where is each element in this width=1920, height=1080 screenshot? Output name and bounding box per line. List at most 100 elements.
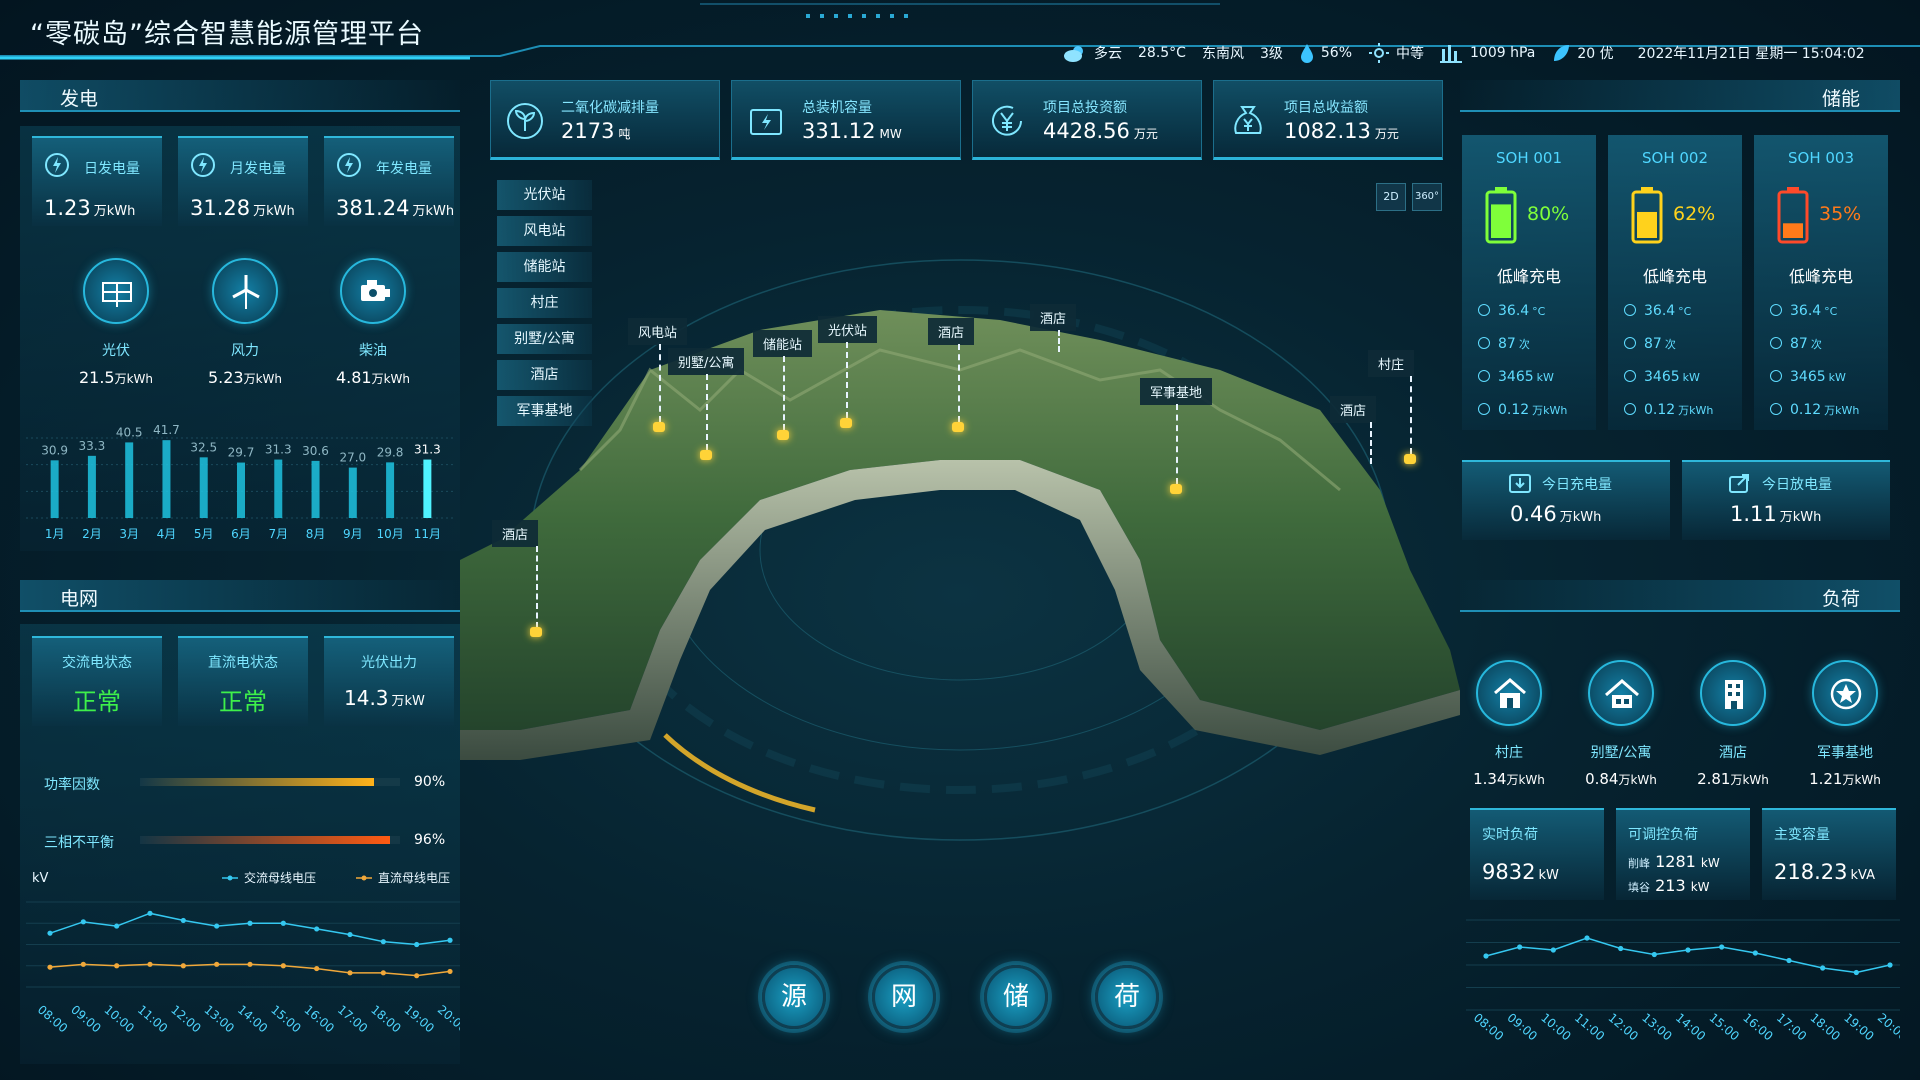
- load-button[interactable]: 荷: [1095, 965, 1159, 1029]
- series-point: [347, 931, 353, 938]
- soh-003-temp: 36.4 °C: [1770, 303, 1837, 319]
- series-point: [414, 941, 420, 948]
- legend-entry: 交流母线电压: [244, 870, 316, 885]
- soh-003-energy: 0.12 万kWh: [1770, 402, 1859, 418]
- energy-icon: [1478, 403, 1490, 415]
- today-discharge-value: 1.11 万kWh: [1730, 502, 1822, 526]
- battery-fill: [1783, 223, 1803, 238]
- kpi-co2-value: 2173 吨: [561, 119, 631, 143]
- bar-data-label: 27.0: [339, 451, 366, 465]
- bar: [386, 462, 395, 518]
- grid-tile-pv-output: 光伏出力 14.3 万kW: [324, 636, 454, 726]
- military-circle[interactable]: [1812, 660, 1878, 726]
- villa-circle[interactable]: [1588, 660, 1654, 726]
- map-leader-line: [1058, 330, 1060, 352]
- soh-card-001[interactable]: SOH 001 80% 低峰充电 36.4 °C 87 次 3465 kW 0.12 万…: [1462, 135, 1596, 430]
- diesel-circle[interactable]: [340, 258, 406, 324]
- soh-002-energy: 0.12 万kWh: [1624, 402, 1713, 418]
- map-pin-hotel-4[interactable]: [530, 627, 542, 637]
- nav-hotel[interactable]: 酒店: [497, 360, 592, 390]
- map-pin-village[interactable]: [1404, 454, 1416, 464]
- storage-section-header: 储能: [1460, 80, 1900, 112]
- map-label-hotel-2[interactable]: 酒店: [1030, 304, 1077, 331]
- soh-001-power: 3465 kW: [1478, 369, 1554, 385]
- map-label-hotel-3[interactable]: 酒店: [1330, 396, 1377, 423]
- nav-solar-station[interactable]: 光伏站: [497, 180, 592, 210]
- valley-filling-value: 填谷 213 kW: [1628, 876, 1710, 895]
- soh-003-power: 3465 kW: [1770, 369, 1846, 385]
- load-section-header: 负荷: [1460, 580, 1900, 612]
- wind-turbine-icon: [232, 275, 260, 309]
- series-point: [1618, 945, 1624, 952]
- map-pin-solar-station[interactable]: [840, 418, 852, 428]
- gen-day-label: 日发电量: [84, 161, 140, 177]
- x-tick-label: 13:00: [1639, 1010, 1674, 1043]
- view-2d-button[interactable]: 2D: [1376, 183, 1406, 211]
- kpi-investment-label: 项目总投资额: [1043, 100, 1127, 116]
- kpi-investment-value: 4428.56 万元: [1043, 119, 1158, 143]
- map-pin-storage-station[interactable]: [777, 430, 789, 440]
- thermometer-icon: [1770, 304, 1782, 316]
- soh-002-percent: 62%: [1673, 203, 1716, 225]
- map-pin-villa[interactable]: [700, 450, 712, 460]
- series-point: [147, 961, 153, 967]
- kpi-revenue-value: 1082.13 万元: [1284, 119, 1399, 143]
- legend-swatch-dot: [361, 875, 367, 881]
- soh-card-002[interactable]: SOH 002 62% 低峰充电 36.4 °C 87 次 3465 kW 0.12 万…: [1608, 135, 1742, 430]
- series-point: [1685, 947, 1691, 953]
- bar: [50, 460, 59, 518]
- map-label-villa[interactable]: 别墅/公寓: [668, 348, 745, 375]
- map-label-hotel-4[interactable]: 酒店: [492, 520, 539, 547]
- kpi-revenue-label: 项目总收益额: [1284, 100, 1368, 116]
- map-label-hotel-1[interactable]: 酒店: [928, 318, 975, 345]
- series-point: [414, 973, 420, 979]
- wind-circle[interactable]: [212, 258, 278, 324]
- series-point: [447, 937, 453, 943]
- view-360-button[interactable]: 360°: [1412, 183, 1442, 211]
- pv-output-label: 光伏出力: [361, 655, 417, 671]
- x-tick-label: 20:00: [1875, 1010, 1900, 1043]
- soh-card-003[interactable]: SOH 003 35% 低峰充电 36.4 °C 87 次 3465 kW 0.12 万…: [1754, 135, 1888, 430]
- map-label-solar-station[interactable]: 光伏站: [818, 316, 878, 343]
- adjustable-load-tile: 可调控负荷 削峰 1281 kW 填谷 213 kW: [1616, 808, 1750, 900]
- gen-day-value: 1.23 万kWh: [44, 196, 136, 220]
- military-value: 1.21万kWh: [1809, 770, 1881, 788]
- map-label-military-base[interactable]: 军事基地: [1140, 378, 1213, 405]
- bar-data-label: 33.3: [79, 439, 106, 453]
- wind-value: 5.23万kWh: [207, 368, 283, 387]
- grid-button[interactable]: 网: [872, 965, 936, 1029]
- nav-village[interactable]: 村庄: [497, 288, 592, 318]
- kpi-capacity-value: 331.12 MW: [802, 119, 902, 143]
- nav-storage-station[interactable]: 储能站: [497, 252, 592, 282]
- nav-wind-station[interactable]: 风电站: [497, 216, 592, 246]
- island-map[interactable]: [460, 170, 1460, 1070]
- battery-fill: [1491, 204, 1511, 238]
- village-circle[interactable]: [1476, 660, 1542, 726]
- dc-status-label: 直流电状态: [208, 655, 278, 671]
- diesel-label: 柴油: [359, 343, 387, 359]
- map-label-village[interactable]: 村庄: [1368, 350, 1415, 377]
- series-point: [180, 917, 186, 924]
- series-point: [180, 963, 186, 969]
- x-tick-label: 09:00: [68, 1002, 103, 1035]
- x-tick-label: 7月: [268, 527, 288, 541]
- soh-002-temp: 36.4 °C: [1624, 303, 1691, 319]
- nav-military-base[interactable]: 军事基地: [497, 396, 592, 426]
- map-pin-wind-station[interactable]: [653, 422, 665, 432]
- series-point: [1853, 969, 1859, 976]
- nav-villa[interactable]: 别墅/公寓: [497, 324, 592, 354]
- bar-data-label: 40.5: [116, 425, 143, 439]
- hotel-circle[interactable]: [1700, 660, 1766, 726]
- storage-button[interactable]: 储: [984, 965, 1048, 1029]
- series-point: [114, 963, 120, 969]
- map-leader-line: [536, 546, 538, 628]
- series-point: [80, 961, 86, 967]
- solar-circle[interactable]: [83, 258, 149, 324]
- map-label-storage-station[interactable]: 储能站: [753, 330, 813, 357]
- header: “零碳岛”综合智慧能源管理平台 多云 28.5°C 东南风 3级 56% 中等 …: [0, 0, 1920, 63]
- series-point: [47, 930, 53, 936]
- source-button[interactable]: 源: [762, 965, 826, 1029]
- map-pin-hotel-1[interactable]: [952, 422, 964, 432]
- map-label-wind-station[interactable]: 风电站: [628, 318, 688, 345]
- map-pin-military-base[interactable]: [1170, 484, 1182, 494]
